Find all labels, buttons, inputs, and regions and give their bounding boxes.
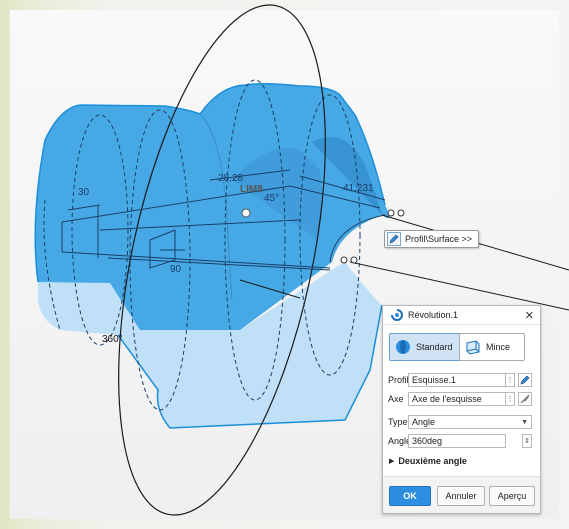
axe-field[interactable]: Axe de l'esquisse xyxy=(408,392,506,406)
profil-edit-button[interactable] xyxy=(518,373,532,387)
tooltip-label: Profil\Surface >> xyxy=(405,234,473,244)
close-icon[interactable]: ✕ xyxy=(525,309,534,322)
type-select[interactable]: Angle ▼ xyxy=(408,415,532,429)
axe-pick-button[interactable] xyxy=(518,392,532,406)
dim-90[interactable]: 90 xyxy=(170,264,182,275)
angle-input[interactable]: 360deg xyxy=(408,434,506,448)
thin-solid-icon xyxy=(466,340,480,355)
chevron-right-icon: ▶ xyxy=(389,458,395,465)
3d-viewport[interactable]: 30 28,28 LIM8 45° 41,231 90 360° Profil\… xyxy=(0,0,569,529)
mince-mode-button[interactable]: Mince xyxy=(459,333,525,361)
revolution-dialog: Révolution.1 ✕ Standard Mince Profil Esq… xyxy=(382,305,541,514)
dialog-title-bar[interactable]: Révolution.1 ✕ xyxy=(383,306,540,325)
dim-360[interactable]: 360° xyxy=(102,334,123,345)
dim-41-231[interactable]: 41,231 xyxy=(343,183,374,194)
ok-button[interactable]: OK xyxy=(389,486,431,506)
dialog-footer: OK Annuler Aperçu xyxy=(383,476,540,513)
axis-pick-icon xyxy=(520,394,530,404)
standard-mode-button[interactable]: Standard xyxy=(389,333,461,361)
revolve-solid-icon xyxy=(396,340,410,354)
axe-row: Axe Axe de l'esquisse ⋮ xyxy=(388,392,532,406)
profil-field[interactable]: Esquisse.1 xyxy=(408,373,506,387)
edit-sketch-icon xyxy=(520,375,530,385)
angle-row: Angle 360deg ⇕ xyxy=(388,434,532,448)
second-angle-section[interactable]: ▶ Deuxième angle xyxy=(389,456,467,466)
lim-label: LIM8 xyxy=(240,184,263,195)
dim-45[interactable]: 45° xyxy=(264,193,279,204)
dialog-title: Révolution.1 xyxy=(408,310,459,320)
type-row: Type Angle ▼ xyxy=(388,415,532,429)
chevron-down-icon: ▼ xyxy=(521,418,528,426)
revolution-icon xyxy=(391,309,403,321)
dim-30[interactable]: 30 xyxy=(78,187,90,198)
dim-28-28[interactable]: 28,28 xyxy=(218,173,243,184)
pencil-icon xyxy=(387,232,401,246)
preview-button[interactable]: Aperçu xyxy=(489,486,535,506)
profil-stepper[interactable]: ⋮ xyxy=(506,373,515,387)
profil-row: Profil Esquisse.1 ⋮ xyxy=(388,373,532,387)
cancel-button[interactable]: Annuler xyxy=(437,486,485,506)
profil-surface-tooltip[interactable]: Profil\Surface >> xyxy=(384,230,480,248)
angle-stepper[interactable]: ⇕ xyxy=(522,434,532,448)
axe-stepper[interactable]: ⋮ xyxy=(506,392,515,406)
point-handle[interactable] xyxy=(241,208,251,218)
